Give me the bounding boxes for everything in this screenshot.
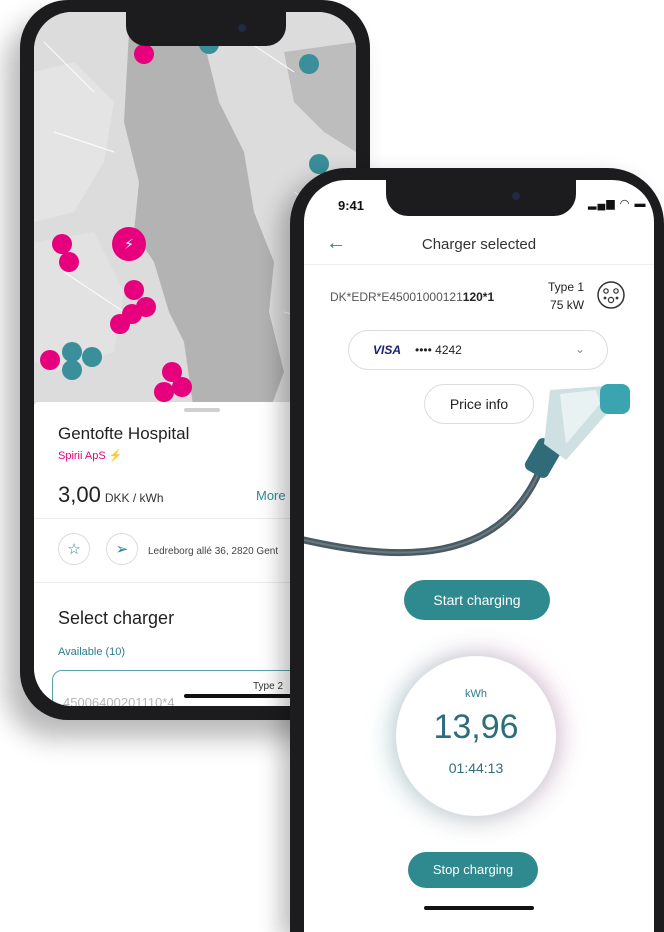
- visa-logo: VISA: [373, 343, 402, 357]
- meter-value: 13,96: [433, 708, 519, 746]
- available-count: Available (10): [58, 646, 126, 658]
- battery-icon: ▬: [634, 198, 647, 210]
- svg-text:⚡: ⚡: [124, 237, 134, 253]
- evse-id: DK*EDR*E45001000121120*1: [330, 290, 495, 304]
- front-phone-screen: 9:41 ▂▄▆ ◠ ▬ ← Charger selected DK*EDR*E…: [304, 180, 654, 932]
- sheet-grab-handle[interactable]: [184, 408, 220, 412]
- card-number: •••• 4242: [415, 343, 462, 357]
- phone-notch: [126, 12, 286, 46]
- meter-elapsed-time: 01:44:13: [448, 760, 504, 776]
- select-charger-heading: Select charger: [58, 608, 175, 628]
- charging-cable-illustration: [304, 384, 630, 557]
- type1-plug-icon: [597, 281, 625, 309]
- navigate-icon: ➢: [115, 541, 129, 558]
- charging-meter: kWh 13,96 01:44:13: [396, 656, 556, 816]
- phone-notch: [386, 180, 576, 216]
- meter-unit: kWh: [465, 688, 487, 700]
- more-link[interactable]: More: [256, 488, 286, 503]
- connector-info: Type 1 75 kW: [548, 280, 585, 312]
- payment-method-select[interactable]: VISA •••• 4242 ⌄: [348, 330, 608, 370]
- front-phone: 9:41 ▂▄▆ ◠ ▬ ← Charger selected DK*EDR*E…: [290, 168, 664, 932]
- location-address: Ledreborg allé 36, 2820 Gent: [148, 546, 279, 557]
- charger-id: 45006400201110*4: [63, 695, 175, 706]
- divider: [304, 264, 654, 265]
- lightning-icon: ⚡: [108, 450, 123, 462]
- status-time: 9:41: [338, 198, 365, 213]
- favorite-button[interactable]: ☆: [58, 533, 90, 565]
- start-charging-button[interactable]: Start charging: [404, 580, 550, 620]
- stop-charging-button[interactable]: Stop charging: [408, 852, 538, 888]
- home-indicator: [184, 694, 294, 698]
- star-icon: ☆: [67, 541, 81, 558]
- wifi-icon: ◠: [619, 198, 631, 210]
- chevron-down-icon: ⌄: [575, 342, 586, 356]
- page-title: Charger selected: [421, 236, 537, 253]
- signal-icon: ▂▄▆: [588, 198, 616, 210]
- location-title: Gentofte Hospital: [58, 424, 190, 443]
- location-price: 3,00 DKK / kWh: [58, 482, 164, 507]
- operator-name: Spirii ApS ⚡: [58, 450, 123, 462]
- navigate-button[interactable]: ➢: [106, 533, 138, 565]
- charger-type: Type 2: [253, 681, 284, 692]
- home-indicator: [424, 906, 534, 910]
- status-icons: ▂▄▆ ◠ ▬: [588, 197, 646, 210]
